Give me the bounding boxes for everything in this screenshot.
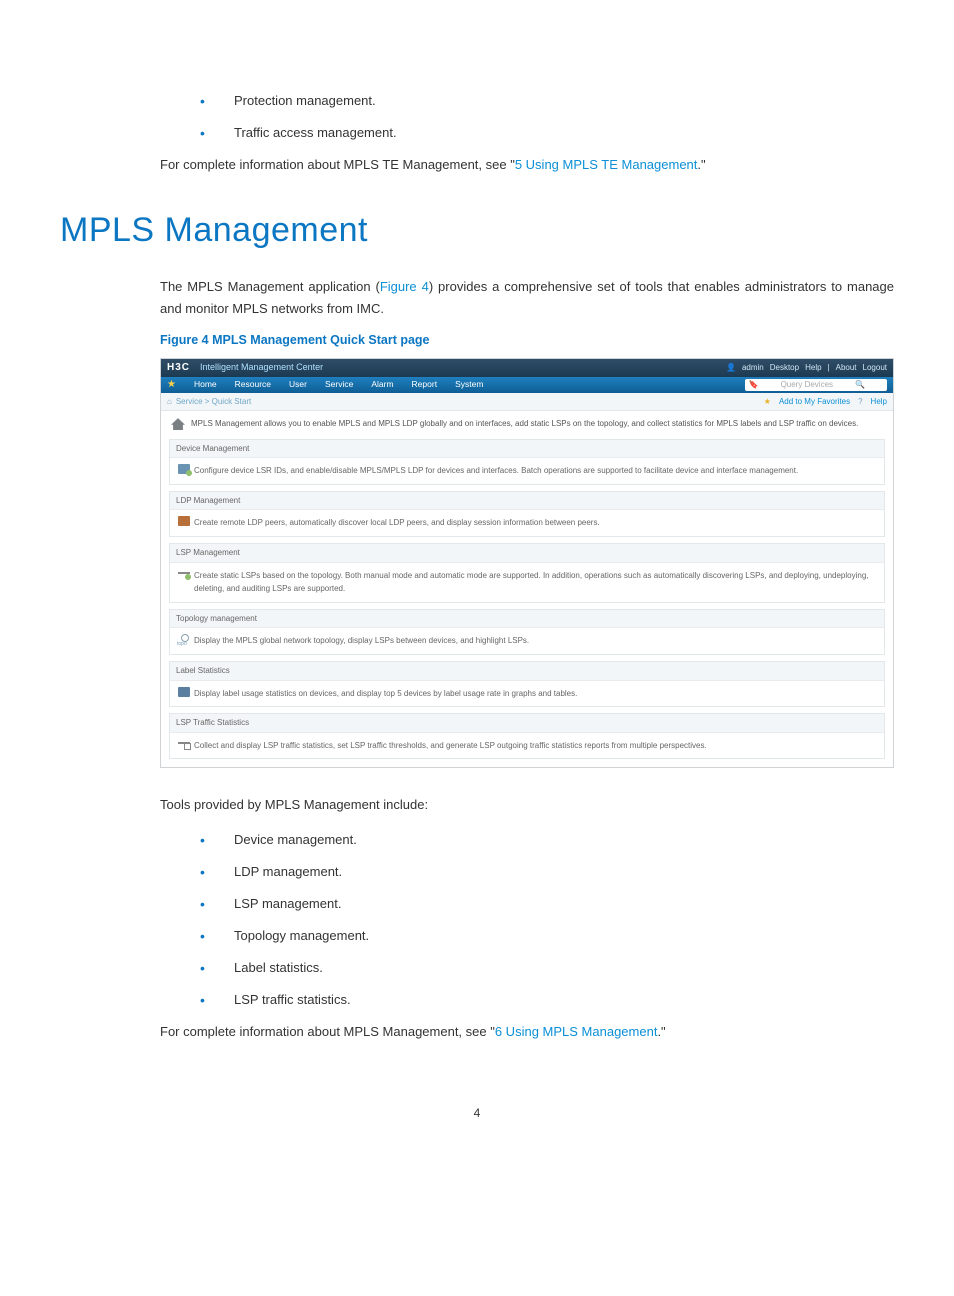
main-paragraph: The MPLS Management application (Figure … [160,276,894,320]
intro-row: MPLS Management allows you to enable MPL… [161,411,893,439]
lsp-icon [178,569,190,579]
intro-text: MPLS Management allows you to enable MPL… [191,417,858,431]
house-icon [171,418,185,430]
list-item: Label statistics. [200,957,894,979]
app-titlebar: H3C Intelligent Management Center 👤 admi… [161,359,893,377]
figure-caption: Figure 4 MPLS Management Quick Start pag… [160,330,894,351]
divider: | [828,361,830,375]
link-figure-4[interactable]: Figure 4 [380,279,429,294]
section-title: Device Management [170,440,884,459]
section-device-management[interactable]: Device Management Configure device LSR I… [169,439,885,485]
desktop-link[interactable]: Desktop [770,361,799,375]
list-item: Traffic access management. [200,122,894,144]
section-title: Label Statistics [170,662,884,681]
ldp-icon [178,516,190,526]
text: ." [657,1024,665,1039]
section-title: LDP Management [170,492,884,511]
search-box[interactable]: 🔖 Query Devices 🔍 [745,379,887,391]
section-ldp-management[interactable]: LDP Management Create remote LDP peers, … [169,491,885,537]
topbar-right: 👤 admin Desktop Help | About Logout [726,361,887,375]
list-item: LDP management. [200,861,894,883]
about-link[interactable]: About [836,361,857,375]
section-title: LSP Management [170,544,884,563]
logout-link[interactable]: Logout [863,361,887,375]
app-title: Intelligent Management Center [200,360,323,375]
list-item: LSP traffic statistics. [200,989,894,1011]
favorites-icon[interactable]: ★ [167,376,176,393]
search-icon[interactable]: 🔍 [855,378,865,392]
text: For complete information about MPLS TE M… [160,157,515,172]
text: For complete information about MPLS Mana… [160,1024,495,1039]
home-icon[interactable]: ⌂ [167,395,172,409]
list-item: Device management. [200,829,894,851]
intro-paragraph: For complete information about MPLS TE M… [160,154,894,176]
figure-4-screenshot: H3C Intelligent Management Center 👤 admi… [160,358,894,769]
section-title: LSP Traffic Statistics [170,714,884,733]
text: The MPLS Management application ( [160,279,380,294]
help-link[interactable]: Help [805,361,821,375]
list-item: Topology management. [200,925,894,947]
section-label-statistics[interactable]: Label Statistics Display label usage sta… [169,661,885,707]
link-mpls-management[interactable]: 6 Using MPLS Management [495,1024,658,1039]
section-lsp-traffic-statistics[interactable]: LSP Traffic Statistics Collect and displ… [169,713,885,759]
search-tag-icon: 🔖 [749,378,759,392]
help-icon[interactable]: ? [858,395,862,409]
star-icon[interactable]: ★ [764,395,771,409]
label-icon [178,687,190,697]
section-body: Display label usage statistics on device… [194,687,577,701]
link-mpls-te[interactable]: 5 Using MPLS TE Management [515,157,698,172]
section-lsp-management[interactable]: LSP Management Create static LSPs based … [169,543,885,603]
nav-report[interactable]: Report [412,377,438,391]
page-number: 4 [60,1103,894,1123]
text: ." [697,157,705,172]
section-title: Topology management [170,610,884,629]
section-body: Create static LSPs based on the topology… [194,569,876,596]
tools-bullet-list: Device management. LDP management. LSP m… [200,829,894,1012]
nav-alarm[interactable]: Alarm [371,377,393,391]
breadcrumb: Service > Quick Start [176,395,251,409]
traffic-icon [178,739,190,749]
tools-heading: Tools provided by MPLS Management includ… [160,794,894,816]
closing-paragraph: For complete information about MPLS Mana… [160,1021,894,1043]
logo: H3C [167,359,190,376]
search-placeholder: Query Devices [781,378,833,392]
section-body: Collect and display LSP traffic statisti… [194,739,707,753]
nav-bar: ★ Home Resource User Service Alarm Repor… [161,377,893,393]
list-item: LSP management. [200,893,894,915]
section-body: Create remote LDP peers, automatically d… [194,516,600,530]
add-favorites-link[interactable]: Add to My Favorites [779,395,850,409]
device-icon [178,464,190,474]
nav-user[interactable]: User [289,377,307,391]
page-help-link[interactable]: Help [871,395,887,409]
section-topology-management[interactable]: Topology management Display the MPLS glo… [169,609,885,655]
nav-home[interactable]: Home [194,377,217,391]
breadcrumb-bar: ⌂ Service > Quick Start ★ Add to My Favo… [161,393,893,412]
user-icon: 👤 [726,361,736,375]
nav-resource[interactable]: Resource [235,377,271,391]
topology-icon [178,634,190,646]
list-item: Protection management. [200,90,894,112]
nav-system[interactable]: System [455,377,483,391]
nav-service[interactable]: Service [325,377,353,391]
intro-bullet-list: Protection management. Traffic access ma… [200,90,894,144]
section-body: Display the MPLS global network topology… [194,634,529,648]
page-title: MPLS Management [60,202,894,260]
user-label: admin [742,361,764,375]
section-body: Configure device LSR IDs, and enable/dis… [194,464,798,478]
